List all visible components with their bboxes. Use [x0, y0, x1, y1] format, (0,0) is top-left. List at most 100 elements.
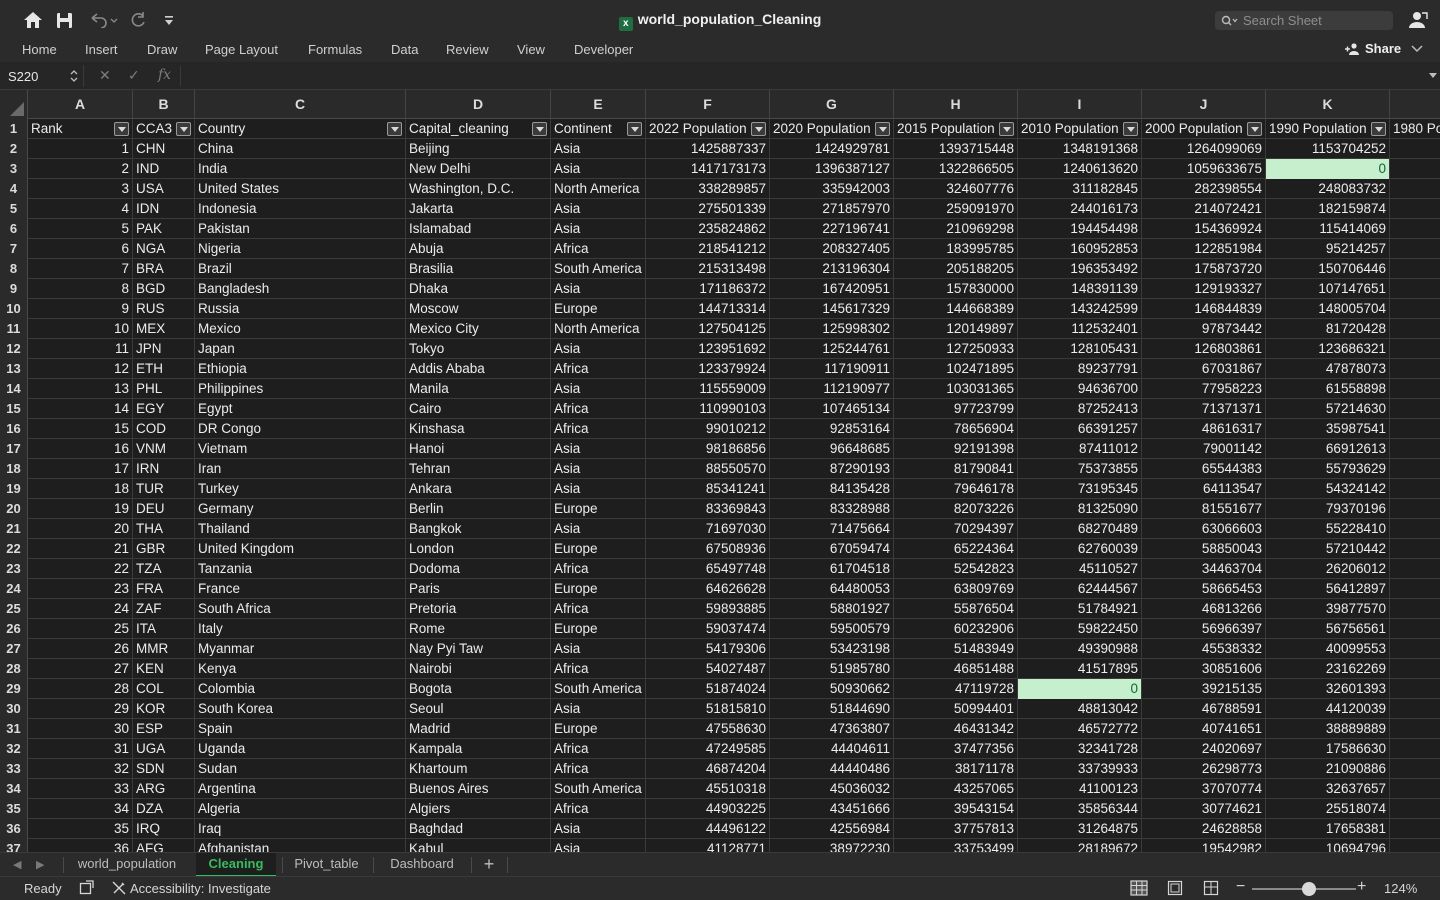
header-2000-population[interactable]: 2000 Population: [1142, 119, 1266, 139]
cell-2010-population[interactable]: 73195345: [1018, 479, 1142, 499]
cell-capital[interactable]: Beijing: [406, 139, 551, 159]
cell-cca3[interactable]: BRA: [133, 259, 195, 279]
cell-1990-population[interactable]: 81720428: [1266, 319, 1390, 339]
cell-rank[interactable]: 17: [28, 459, 133, 479]
cell-country[interactable]: Argentina: [195, 779, 406, 799]
cell-2000-population[interactable]: 146844839: [1142, 299, 1266, 319]
tab-insert[interactable]: Insert: [85, 42, 118, 57]
cell-capital[interactable]: Paris: [406, 579, 551, 599]
cell-2022-population[interactable]: 215313498: [646, 259, 770, 279]
cell-2015-population[interactable]: 70294397: [894, 519, 1018, 539]
cell-continent[interactable]: Europe: [551, 539, 646, 559]
cell-rank[interactable]: 15: [28, 419, 133, 439]
cell-2022-population[interactable]: 99010212: [646, 419, 770, 439]
cell-2022-population[interactable]: 218541212: [646, 239, 770, 259]
cell-country[interactable]: Colombia: [195, 679, 406, 699]
cell-2022-population[interactable]: 127504125: [646, 319, 770, 339]
cell-1980-population[interactable]: [1390, 779, 1440, 799]
row-header[interactable]: 25: [0, 599, 28, 619]
row-header[interactable]: 30: [0, 699, 28, 719]
cell-rank[interactable]: 26: [28, 639, 133, 659]
cell-2010-population[interactable]: 0: [1018, 679, 1142, 699]
cell-cca3[interactable]: VNM: [133, 439, 195, 459]
macro-recording-icon[interactable]: [79, 880, 95, 899]
cell-2020-population[interactable]: 112190977: [770, 379, 894, 399]
cell-cca3[interactable]: GBR: [133, 539, 195, 559]
row-header[interactable]: 31: [0, 719, 28, 739]
cell-capital[interactable]: Nay Pyi Taw: [406, 639, 551, 659]
cell-2000-population[interactable]: 122851984: [1142, 239, 1266, 259]
cell-2015-population[interactable]: 1393715448: [894, 139, 1018, 159]
cell-capital[interactable]: Algiers: [406, 799, 551, 819]
cell-2022-population[interactable]: 115559009: [646, 379, 770, 399]
cell-cca3[interactable]: TUR: [133, 479, 195, 499]
cell-2020-population[interactable]: 87290193: [770, 459, 894, 479]
cell-country[interactable]: Ethiopia: [195, 359, 406, 379]
cell-2000-population[interactable]: 46788591: [1142, 699, 1266, 719]
cell-2020-population[interactable]: 44440486: [770, 759, 894, 779]
cell-1980-population[interactable]: [1390, 379, 1440, 399]
cell-2022-population[interactable]: 51874024: [646, 679, 770, 699]
cell-2000-population[interactable]: 58665453: [1142, 579, 1266, 599]
sheet-tab-world-population[interactable]: world_population: [66, 853, 188, 877]
cell-2015-population[interactable]: 259091970: [894, 199, 1018, 219]
cell-2010-population[interactable]: 1348191368: [1018, 139, 1142, 159]
cell-cca3[interactable]: UGA: [133, 739, 195, 759]
cell-2022-population[interactable]: 88550570: [646, 459, 770, 479]
cell-2015-population[interactable]: 50994401: [894, 699, 1018, 719]
cell-2020-population[interactable]: 227196741: [770, 219, 894, 239]
cell-2020-population[interactable]: 67059474: [770, 539, 894, 559]
cell-2000-population[interactable]: 63066603: [1142, 519, 1266, 539]
cell-1980-population[interactable]: [1390, 539, 1440, 559]
cell-2010-population[interactable]: 1240613620: [1018, 159, 1142, 179]
cell-rank[interactable]: 6: [28, 239, 133, 259]
cell-2010-population[interactable]: 32341728: [1018, 739, 1142, 759]
cell-2000-population[interactable]: 129193327: [1142, 279, 1266, 299]
row-header[interactable]: 10: [0, 299, 28, 319]
cell-rank[interactable]: 11: [28, 339, 133, 359]
cell-rank[interactable]: 2: [28, 159, 133, 179]
cell-2015-population[interactable]: 1322866505: [894, 159, 1018, 179]
row-header[interactable]: 5: [0, 199, 28, 219]
cell-continent[interactable]: South America: [551, 779, 646, 799]
filter-dropdown-icon[interactable]: [387, 122, 402, 136]
cell-2010-population[interactable]: 143242599: [1018, 299, 1142, 319]
cell-2000-population[interactable]: 30774621: [1142, 799, 1266, 819]
cell-continent[interactable]: Europe: [551, 579, 646, 599]
cell-2015-population[interactable]: 33753499: [894, 839, 1018, 852]
cell-rank[interactable]: 27: [28, 659, 133, 679]
cell-1990-population[interactable]: 54324142: [1266, 479, 1390, 499]
cell-country[interactable]: Tanzania: [195, 559, 406, 579]
cell-2000-population[interactable]: 24020697: [1142, 739, 1266, 759]
cell-rank[interactable]: 35: [28, 819, 133, 839]
cell-2015-population[interactable]: 102471895: [894, 359, 1018, 379]
cell-2020-population[interactable]: 83328988: [770, 499, 894, 519]
cell-2000-population[interactable]: 58850043: [1142, 539, 1266, 559]
cell-2022-population[interactable]: 171186372: [646, 279, 770, 299]
row-header[interactable]: 34: [0, 779, 28, 799]
cell-2015-population[interactable]: 37477356: [894, 739, 1018, 759]
accessibility-status[interactable]: Accessibility: Investigate: [130, 881, 271, 896]
cell-2000-population[interactable]: 56966397: [1142, 619, 1266, 639]
cell-2022-population[interactable]: 65497748: [646, 559, 770, 579]
cell-capital[interactable]: New Delhi: [406, 159, 551, 179]
cell-continent[interactable]: South America: [551, 259, 646, 279]
cell-1980-population[interactable]: [1390, 819, 1440, 839]
tab-developer[interactable]: Developer: [574, 42, 633, 57]
column-header-h[interactable]: H: [894, 90, 1018, 119]
search-input[interactable]: [1243, 13, 1383, 28]
cell-cca3[interactable]: RUS: [133, 299, 195, 319]
cell-2010-population[interactable]: 62760039: [1018, 539, 1142, 559]
row-header[interactable]: 32: [0, 739, 28, 759]
filter-dropdown-icon[interactable]: [532, 122, 547, 136]
cell-continent[interactable]: Europe: [551, 619, 646, 639]
cell-2010-population[interactable]: 87411012: [1018, 439, 1142, 459]
cell-1990-population[interactable]: 61558898: [1266, 379, 1390, 399]
cell-2010-population[interactable]: 35856344: [1018, 799, 1142, 819]
cell-2000-population[interactable]: 214072421: [1142, 199, 1266, 219]
cell-2010-population[interactable]: 49390988: [1018, 639, 1142, 659]
cell-capital[interactable]: Tehran: [406, 459, 551, 479]
filter-dropdown-icon[interactable]: [751, 122, 766, 136]
cell-2022-population[interactable]: 338289857: [646, 179, 770, 199]
cell-2010-population[interactable]: 68270489: [1018, 519, 1142, 539]
